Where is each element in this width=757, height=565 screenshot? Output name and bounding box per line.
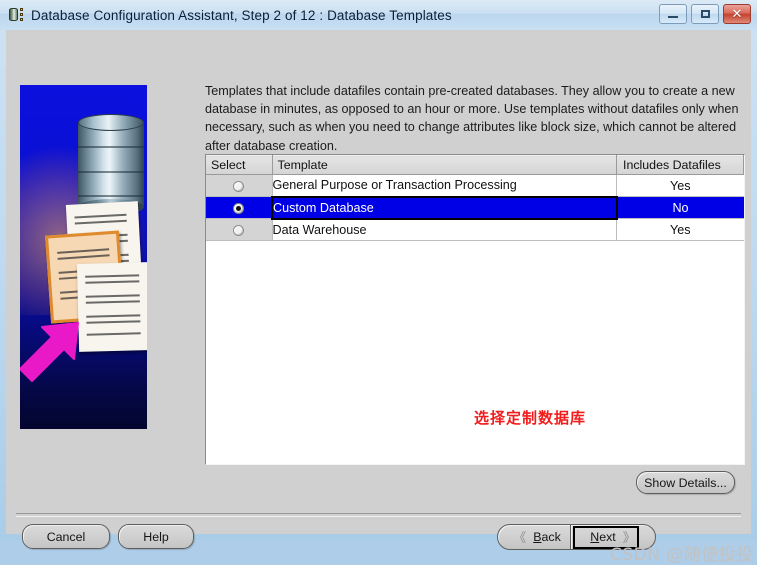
help-button[interactable]: Help — [118, 524, 194, 549]
title-bar: Database Configuration Assistant, Step 2… — [0, 0, 757, 30]
template-radio-button[interactable] — [233, 180, 245, 192]
back-button-label: Back — [533, 530, 561, 544]
templates-table: Select Template Includes Datafiles Gener… — [206, 155, 744, 241]
maximize-button[interactable] — [691, 4, 719, 24]
row-includes-datafiles: Yes — [616, 174, 744, 197]
watermark: CSDN @随便投投 — [610, 545, 754, 565]
maximize-icon — [700, 10, 710, 18]
templates-table-panel: Select Template Includes Datafiles Gener… — [205, 154, 745, 465]
row-includes-datafiles: Yes — [616, 218, 744, 241]
row-template-name[interactable]: General Purpose or Transaction Processin… — [272, 174, 617, 197]
row-select-cell[interactable] — [206, 174, 273, 197]
close-icon: ✕ — [731, 6, 743, 22]
template-radio-button[interactable] — [233, 224, 245, 236]
document-sheet — [76, 262, 147, 352]
chevron-left-icon: 《 — [513, 529, 527, 545]
client-area: Templates that include datafiles contain… — [6, 30, 753, 565]
back-button[interactable]: 《 Back — [497, 524, 577, 550]
cancel-button[interactable]: Cancel — [22, 524, 110, 549]
annotation-text: 选择定制数据库 — [474, 409, 587, 427]
row-includes-datafiles: No — [616, 196, 744, 219]
window-title: Database Configuration Assistant, Step 2… — [31, 7, 452, 23]
column-header-template[interactable]: Template — [272, 155, 617, 175]
minimize-button[interactable] — [659, 4, 687, 24]
column-header-includes-datafiles[interactable]: Includes Datafiles — [616, 155, 744, 175]
pink-arrow-annotation — [20, 321, 84, 383]
sidebar-artwork — [20, 85, 147, 429]
row-select-cell[interactable] — [206, 218, 273, 241]
close-button[interactable]: ✕ — [723, 4, 751, 24]
row-template-name[interactable]: Custom Database — [271, 195, 618, 220]
row-template-name[interactable]: Data Warehouse — [272, 218, 617, 241]
row-select-cell[interactable] — [206, 196, 273, 219]
table-header-row: Select Template Includes Datafiles — [206, 155, 744, 175]
table-row[interactable]: General Purpose or Transaction Processin… — [206, 174, 744, 197]
minimize-icon — [668, 11, 678, 18]
separator — [16, 513, 741, 517]
database-icon — [9, 7, 25, 23]
table-row[interactable]: Custom Database No — [206, 195, 744, 220]
page-description: Templates that include datafiles contain… — [205, 84, 739, 153]
window-controls: ✕ — [659, 4, 751, 24]
column-header-select[interactable]: Select — [206, 155, 273, 175]
template-radio-button-selected[interactable] — [233, 202, 244, 214]
table-row[interactable]: Data Warehouse Yes — [206, 218, 744, 241]
application-window: Database Configuration Assistant, Step 2… — [0, 0, 757, 565]
show-details-button[interactable]: Show Details... — [636, 471, 735, 494]
